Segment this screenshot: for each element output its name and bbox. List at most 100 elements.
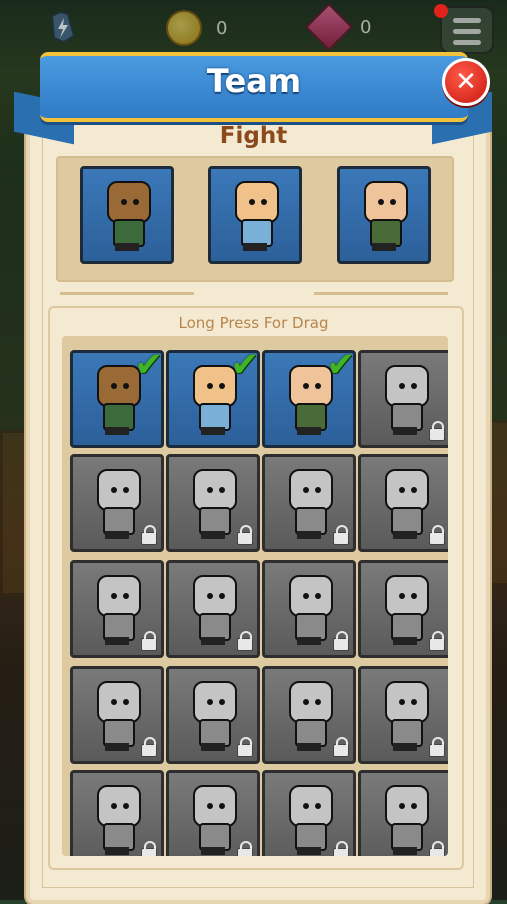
hero-eye (399, 699, 405, 705)
hero-figure (229, 179, 281, 253)
hero-eye (378, 199, 384, 205)
hero-eye (411, 699, 417, 705)
hero-eye (123, 803, 129, 809)
roster-card-pharaoh[interactable] (70, 770, 164, 856)
hero-eye (207, 383, 213, 389)
hero-legs (297, 531, 321, 539)
roster-card-box-robot[interactable] (262, 560, 356, 658)
roster-card-red-bandana-pirate[interactable]: ✔ (166, 350, 260, 448)
hero-figure (187, 679, 239, 753)
hero-figure (379, 363, 431, 437)
lock-icon (429, 841, 445, 856)
hero-figure (91, 467, 143, 541)
hero-eye (303, 487, 309, 493)
roster-card-armored-knight[interactable] (358, 770, 448, 856)
roster-card-deep-sea-diver[interactable] (358, 666, 448, 764)
hamburger-menu-icon (453, 18, 481, 23)
roster-card-block-head[interactable] (166, 666, 260, 764)
fight-slot-elf-archer[interactable] (337, 166, 431, 264)
hero-eye (315, 803, 321, 809)
hero-head (385, 785, 429, 827)
hero-eye (219, 803, 225, 809)
hero-eye (207, 593, 213, 599)
lock-icon (333, 631, 349, 651)
hero-head (289, 575, 333, 617)
hero-legs (201, 743, 225, 751)
hero-eye (111, 803, 117, 809)
lock-icon (237, 841, 253, 856)
hero-legs (115, 243, 139, 251)
coin-counter: 0 (166, 10, 227, 46)
menu-button[interactable] (440, 6, 494, 54)
roster-grid[interactable]: ✔ ✔ ✔ (62, 336, 448, 856)
hero-eye (315, 487, 321, 493)
coin-icon (166, 10, 202, 46)
hero-figure (283, 679, 335, 753)
hero-legs (297, 427, 321, 435)
lock-icon (429, 737, 445, 757)
hero-eye (207, 803, 213, 809)
roster-card-welder[interactable] (70, 666, 164, 764)
hero-eye (111, 487, 117, 493)
hero-eye (249, 199, 255, 205)
hero-eye (133, 199, 139, 205)
hero-figure (187, 467, 239, 541)
roster-card-long-haired-rogue[interactable] (166, 560, 260, 658)
lock-icon (141, 841, 157, 856)
hero-eye (303, 803, 309, 809)
lock-icon (333, 841, 349, 856)
hero-head (385, 575, 429, 617)
hero-figure (91, 573, 143, 647)
drag-hint: Long Press For Drag (178, 314, 329, 332)
lightning-icon (50, 10, 76, 44)
roster-card-gas-mask-trooper[interactable] (358, 560, 448, 658)
roster-card-capped-soldier[interactable] (70, 454, 164, 552)
close-icon: ✕ (455, 67, 477, 97)
hero-eye (219, 383, 225, 389)
hero-head (97, 469, 141, 511)
notification-dot (434, 4, 448, 18)
hero-eye (315, 383, 321, 389)
roster-card-helmet-worker[interactable] (166, 454, 260, 552)
roster-card-tiki-warrior[interactable]: ✔ (70, 350, 164, 448)
gem-icon (304, 2, 354, 52)
hero-figure (283, 467, 335, 541)
roster-card-fedora-gangster[interactable] (262, 454, 356, 552)
hero-eye (123, 383, 129, 389)
roster-card-hooded-elf[interactable] (262, 770, 356, 856)
roster-card-horned-viking[interactable] (358, 350, 448, 448)
hero-head (289, 681, 333, 723)
fight-slot-red-bandana-pirate[interactable] (208, 166, 302, 264)
checkmark-icon: ✔ (326, 350, 355, 385)
lock-icon (429, 631, 445, 651)
roster-card-vampire[interactable] (358, 454, 448, 552)
roster-card-astronaut[interactable] (262, 666, 356, 764)
hero-eye (411, 487, 417, 493)
hero-legs (372, 243, 396, 251)
hero-head (289, 469, 333, 511)
close-button[interactable]: ✕ (442, 58, 490, 106)
hero-legs (105, 743, 129, 751)
hero-legs (393, 637, 417, 645)
roster-card-elf-archer[interactable]: ✔ (262, 350, 356, 448)
hero-legs (393, 427, 417, 435)
fight-slot-tiki-warrior[interactable] (80, 166, 174, 264)
roster-card-black-ninja[interactable] (166, 770, 260, 856)
hero-legs (201, 427, 225, 435)
hero-eye (121, 199, 127, 205)
hero-eye (123, 699, 129, 705)
hero-figure (91, 679, 143, 753)
divider-right (314, 292, 448, 295)
hero-legs (393, 743, 417, 751)
dialog-title: Team (206, 62, 302, 100)
lock-icon (141, 737, 157, 757)
hero-legs (393, 847, 417, 855)
hero-head (97, 785, 141, 827)
hero-eye (303, 383, 309, 389)
fight-heading: Fight (219, 123, 288, 149)
hero-figure (379, 783, 431, 856)
gem-counter: 0 (304, 2, 371, 52)
roster-card-masked-ninja[interactable] (70, 560, 164, 658)
hero-eye (207, 487, 213, 493)
hero-legs (201, 847, 225, 855)
